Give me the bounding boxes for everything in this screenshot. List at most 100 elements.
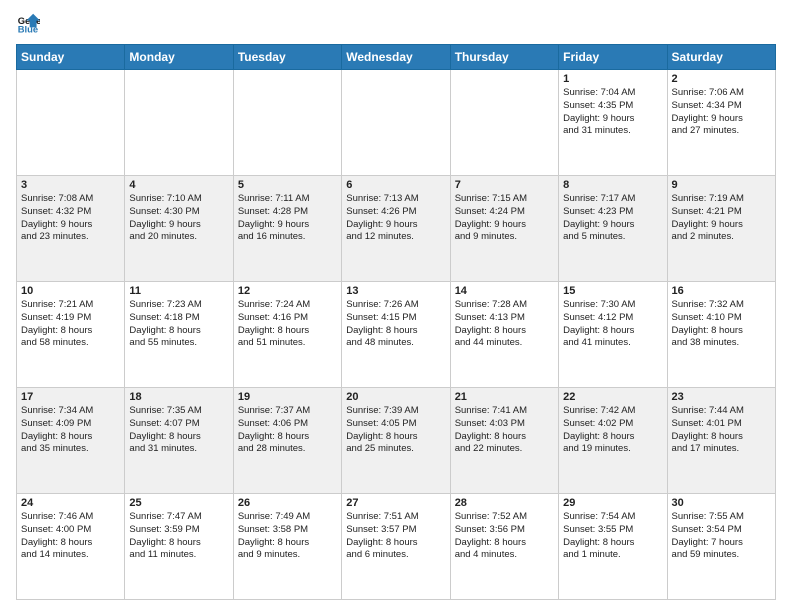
day-number: 12 bbox=[238, 285, 337, 297]
day-cell: 22Sunrise: 7:42 AM Sunset: 4:02 PM Dayli… bbox=[559, 388, 667, 494]
day-info: Sunrise: 7:39 AM Sunset: 4:05 PM Dayligh… bbox=[346, 405, 445, 456]
calendar: SundayMondayTuesdayWednesdayThursdayFrid… bbox=[16, 44, 776, 600]
day-cell: 26Sunrise: 7:49 AM Sunset: 3:58 PM Dayli… bbox=[233, 494, 341, 600]
page: General Blue SundayMondayTuesdayWednesda… bbox=[0, 0, 792, 612]
day-info: Sunrise: 7:49 AM Sunset: 3:58 PM Dayligh… bbox=[238, 511, 337, 562]
day-info: Sunrise: 7:06 AM Sunset: 4:34 PM Dayligh… bbox=[672, 87, 771, 138]
day-cell: 9Sunrise: 7:19 AM Sunset: 4:21 PM Daylig… bbox=[667, 176, 775, 282]
day-info: Sunrise: 7:51 AM Sunset: 3:57 PM Dayligh… bbox=[346, 511, 445, 562]
day-number: 25 bbox=[129, 497, 228, 509]
day-number: 17 bbox=[21, 391, 120, 403]
day-cell: 11Sunrise: 7:23 AM Sunset: 4:18 PM Dayli… bbox=[125, 282, 233, 388]
day-cell: 16 Sunrise: 7:32 AM Sunset: 4:10 PM Dayli… bbox=[667, 282, 775, 388]
day-cell: 5 Sunrise: 7:11 AM Sunset: 4:28 PM Daylig… bbox=[233, 176, 341, 282]
day-info: Sunrise: 7:11 AM Sunset: 4:28 PM Dayligh… bbox=[238, 193, 337, 244]
day-cell: 24 Sunrise: 7:46 AM Sunset: 4:00 PM Dayli… bbox=[17, 494, 125, 600]
day-number: 28 bbox=[455, 497, 554, 509]
day-info: Sunrise: 7:46 AM Sunset: 4:00 PM Dayligh… bbox=[21, 511, 120, 562]
day-info: Sunrise: 7:13 AM Sunset: 4:26 PM Dayligh… bbox=[346, 193, 445, 244]
day-number: 22 bbox=[563, 391, 662, 403]
day-number: 15 bbox=[563, 285, 662, 297]
day-cell: 14 Sunrise: 7:28 AM Sunset: 4:13 PM Dayli… bbox=[450, 282, 558, 388]
day-cell: 17 Sunrise: 7:34 AM Sunset: 4:09 PM Dayli… bbox=[17, 388, 125, 494]
day-info: Sunrise: 7:24 AM Sunset: 4:16 PM Dayligh… bbox=[238, 299, 337, 350]
day-number: 24 bbox=[21, 497, 120, 509]
day-cell bbox=[17, 70, 125, 176]
day-info: Sunrise: 7:30 AM Sunset: 4:12 PM Dayligh… bbox=[563, 299, 662, 350]
day-cell: 20Sunrise: 7:39 AM Sunset: 4:05 PM Dayli… bbox=[342, 388, 450, 494]
day-number: 8 bbox=[563, 179, 662, 191]
day-info: Sunrise: 7:10 AM Sunset: 4:30 PM Dayligh… bbox=[129, 193, 228, 244]
day-info: Sunrise: 7:21 AM Sunset: 4:19 PM Dayligh… bbox=[21, 299, 120, 350]
header: General Blue bbox=[16, 12, 776, 36]
day-cell: 6 Sunrise: 7:13 AM Sunset: 4:26 PM Daylig… bbox=[342, 176, 450, 282]
day-number: 27 bbox=[346, 497, 445, 509]
day-header-wednesday: Wednesday bbox=[342, 45, 450, 70]
week-row-1: 1 Sunrise: 7:04 AM Sunset: 4:35 PM Daylig… bbox=[17, 70, 776, 176]
day-cell: 2 Sunrise: 7:06 AM Sunset: 4:34 PM Daylig… bbox=[667, 70, 775, 176]
week-row-3: 10 Sunrise: 7:21 AM Sunset: 4:19 PM Dayli… bbox=[17, 282, 776, 388]
day-cell bbox=[450, 70, 558, 176]
day-info: Sunrise: 7:32 AM Sunset: 4:10 PM Dayligh… bbox=[672, 299, 771, 350]
week-row-5: 24 Sunrise: 7:46 AM Sunset: 4:00 PM Dayli… bbox=[17, 494, 776, 600]
day-number: 16 bbox=[672, 285, 771, 297]
day-header-friday: Friday bbox=[559, 45, 667, 70]
day-cell: 10 Sunrise: 7:21 AM Sunset: 4:19 PM Dayli… bbox=[17, 282, 125, 388]
day-cell: 18 Sunrise: 7:35 AM Sunset: 4:07 PM Dayli… bbox=[125, 388, 233, 494]
day-number: 1 bbox=[563, 73, 662, 85]
day-info: Sunrise: 7:54 AM Sunset: 3:55 PM Dayligh… bbox=[563, 511, 662, 562]
day-number: 11 bbox=[129, 285, 228, 297]
day-header-thursday: Thursday bbox=[450, 45, 558, 70]
day-header-tuesday: Tuesday bbox=[233, 45, 341, 70]
day-cell: 15 Sunrise: 7:30 AM Sunset: 4:12 PM Dayli… bbox=[559, 282, 667, 388]
day-cell: 23 Sunrise: 7:44 AM Sunset: 4:01 PM Dayli… bbox=[667, 388, 775, 494]
day-number: 14 bbox=[455, 285, 554, 297]
day-info: Sunrise: 7:44 AM Sunset: 4:01 PM Dayligh… bbox=[672, 405, 771, 456]
day-number: 18 bbox=[129, 391, 228, 403]
day-cell: 1 Sunrise: 7:04 AM Sunset: 4:35 PM Daylig… bbox=[559, 70, 667, 176]
day-number: 3 bbox=[21, 179, 120, 191]
day-info: Sunrise: 7:28 AM Sunset: 4:13 PM Dayligh… bbox=[455, 299, 554, 350]
day-number: 29 bbox=[563, 497, 662, 509]
day-cell: 25Sunrise: 7:47 AM Sunset: 3:59 PM Dayli… bbox=[125, 494, 233, 600]
day-number: 5 bbox=[238, 179, 337, 191]
day-number: 21 bbox=[455, 391, 554, 403]
day-cell: 27 Sunrise: 7:51 AM Sunset: 3:57 PM Dayli… bbox=[342, 494, 450, 600]
day-number: 4 bbox=[129, 179, 228, 191]
day-cell: 30Sunrise: 7:55 AM Sunset: 3:54 PM Dayli… bbox=[667, 494, 775, 600]
day-number: 9 bbox=[672, 179, 771, 191]
week-row-4: 17 Sunrise: 7:34 AM Sunset: 4:09 PM Dayli… bbox=[17, 388, 776, 494]
day-info: Sunrise: 7:26 AM Sunset: 4:15 PM Dayligh… bbox=[346, 299, 445, 350]
day-cell: 29 Sunrise: 7:54 AM Sunset: 3:55 PM Dayli… bbox=[559, 494, 667, 600]
logo: General Blue bbox=[16, 12, 42, 36]
day-cell bbox=[125, 70, 233, 176]
day-number: 23 bbox=[672, 391, 771, 403]
day-number: 7 bbox=[455, 179, 554, 191]
day-cell: 28 Sunrise: 7:52 AM Sunset: 3:56 PM Dayli… bbox=[450, 494, 558, 600]
day-info: Sunrise: 7:17 AM Sunset: 4:23 PM Dayligh… bbox=[563, 193, 662, 244]
day-info: Sunrise: 7:55 AM Sunset: 3:54 PM Dayligh… bbox=[672, 511, 771, 562]
week-row-2: 3Sunrise: 7:08 AM Sunset: 4:32 PM Daylig… bbox=[17, 176, 776, 282]
day-number: 19 bbox=[238, 391, 337, 403]
day-number: 6 bbox=[346, 179, 445, 191]
day-info: Sunrise: 7:52 AM Sunset: 3:56 PM Dayligh… bbox=[455, 511, 554, 562]
day-info: Sunrise: 7:04 AM Sunset: 4:35 PM Dayligh… bbox=[563, 87, 662, 138]
day-header-saturday: Saturday bbox=[667, 45, 775, 70]
day-info: Sunrise: 7:34 AM Sunset: 4:09 PM Dayligh… bbox=[21, 405, 120, 456]
day-info: Sunrise: 7:37 AM Sunset: 4:06 PM Dayligh… bbox=[238, 405, 337, 456]
day-cell: 12 Sunrise: 7:24 AM Sunset: 4:16 PM Dayli… bbox=[233, 282, 341, 388]
header-row: SundayMondayTuesdayWednesdayThursdayFrid… bbox=[17, 45, 776, 70]
logo-icon: General Blue bbox=[16, 12, 40, 36]
day-number: 2 bbox=[672, 73, 771, 85]
day-cell: 13Sunrise: 7:26 AM Sunset: 4:15 PM Dayli… bbox=[342, 282, 450, 388]
day-cell: 19 Sunrise: 7:37 AM Sunset: 4:06 PM Dayli… bbox=[233, 388, 341, 494]
day-cell: 3Sunrise: 7:08 AM Sunset: 4:32 PM Daylig… bbox=[17, 176, 125, 282]
day-info: Sunrise: 7:35 AM Sunset: 4:07 PM Dayligh… bbox=[129, 405, 228, 456]
day-cell: 4 Sunrise: 7:10 AM Sunset: 4:30 PM Daylig… bbox=[125, 176, 233, 282]
day-number: 10 bbox=[21, 285, 120, 297]
day-cell: 21Sunrise: 7:41 AM Sunset: 4:03 PM Dayli… bbox=[450, 388, 558, 494]
day-info: Sunrise: 7:15 AM Sunset: 4:24 PM Dayligh… bbox=[455, 193, 554, 244]
day-cell: 7 Sunrise: 7:15 AM Sunset: 4:24 PM Daylig… bbox=[450, 176, 558, 282]
day-cell bbox=[233, 70, 341, 176]
day-cell bbox=[342, 70, 450, 176]
